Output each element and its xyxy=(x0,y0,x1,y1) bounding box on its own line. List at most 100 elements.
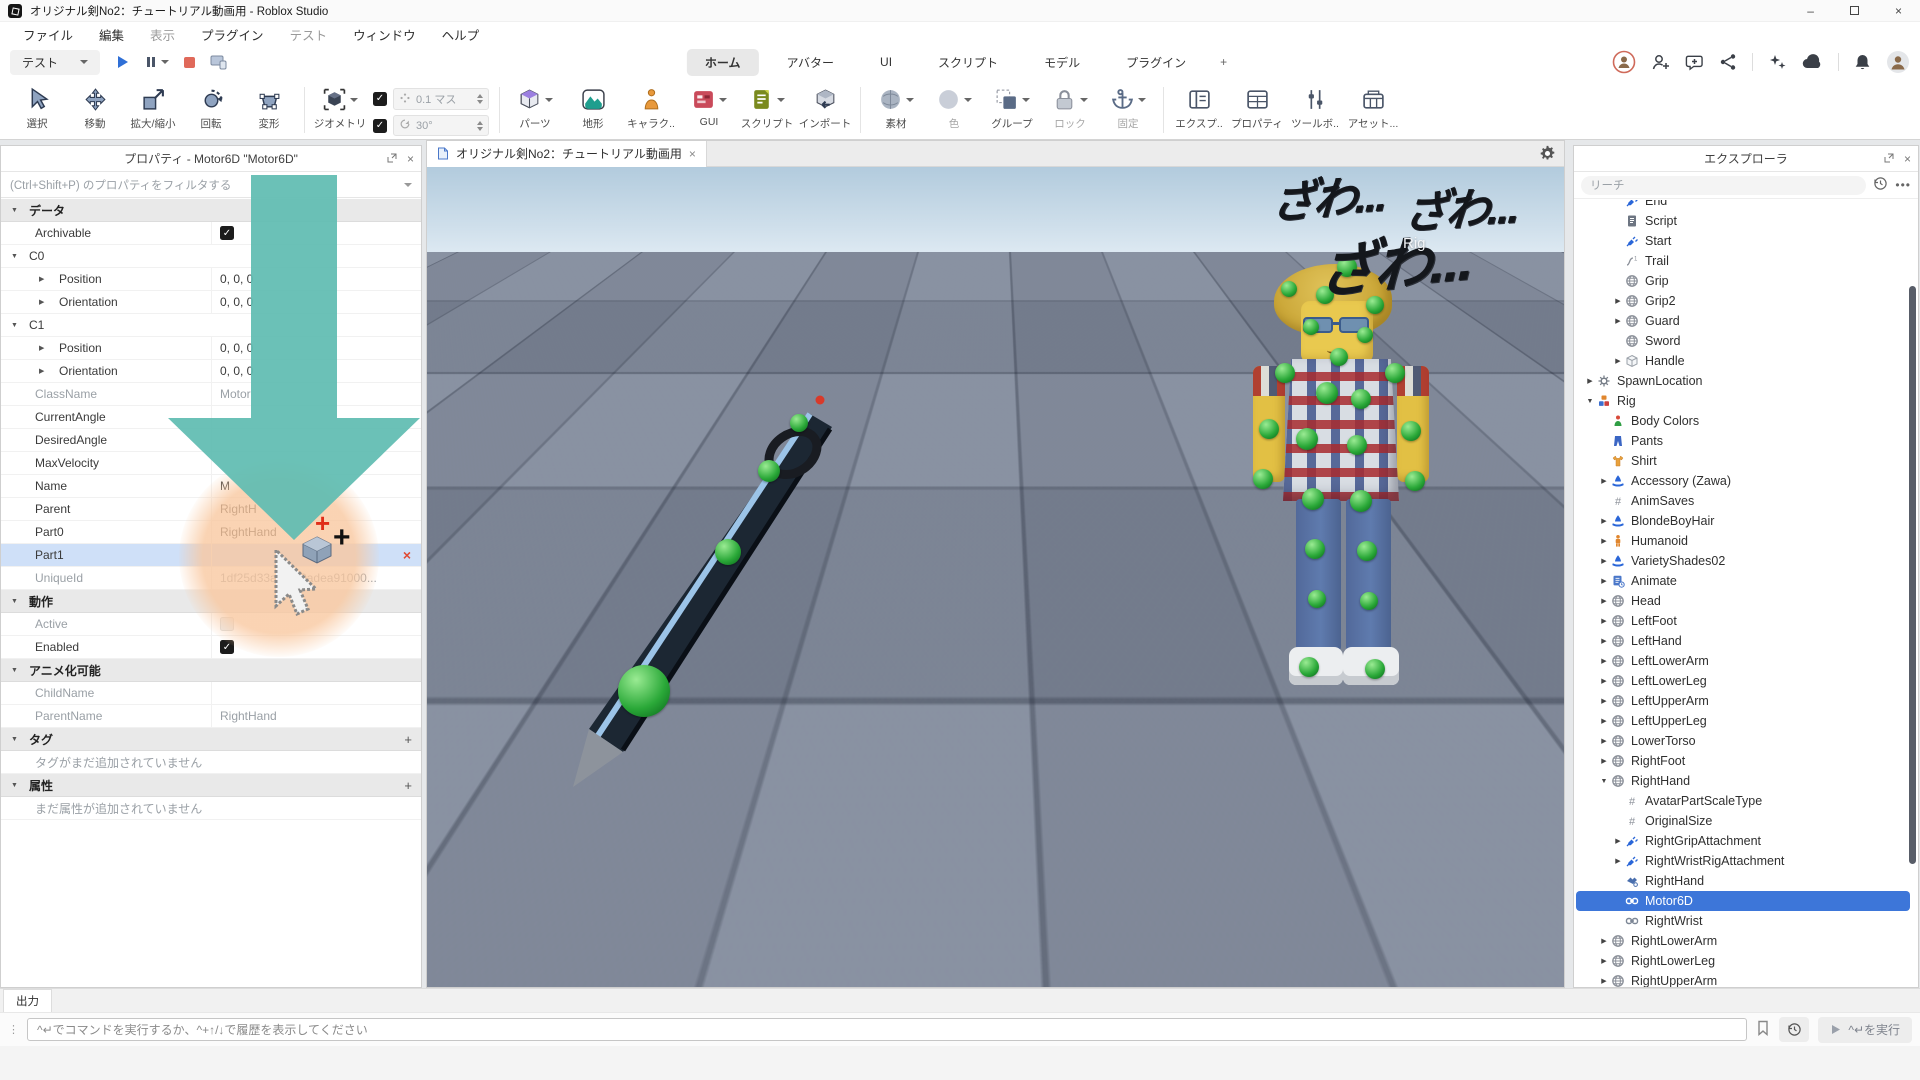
joint-sphere[interactable] xyxy=(1405,471,1425,491)
command-history-button[interactable] xyxy=(1779,1017,1810,1042)
ribbon-button-material[interactable]: 素材 xyxy=(867,82,925,131)
joint-sphere[interactable] xyxy=(1347,435,1367,455)
explorer-scrollbar[interactable] xyxy=(1909,286,1916,864)
expand-arrow-icon[interactable]: ▶ xyxy=(1612,837,1624,845)
ribbon-button-group[interactable]: グループ xyxy=(983,82,1041,131)
collapse-arrow-icon[interactable]: ▼ xyxy=(11,736,18,743)
tree-item-RightWristRigAttachment[interactable]: ▶ RightWristRigAttachment xyxy=(1576,851,1910,871)
joint-sphere[interactable] xyxy=(1259,419,1279,439)
share-icon[interactable] xyxy=(1719,53,1737,71)
expand-arrow-icon[interactable]: ▶ xyxy=(1598,597,1610,605)
run-command-button[interactable]: ^↵を実行 xyxy=(1818,1016,1912,1043)
cloud-icon[interactable] xyxy=(1802,54,1823,70)
ribbon-tab-4[interactable]: モデル xyxy=(1026,49,1098,76)
tree-item-RightWrist[interactable]: RightWrist xyxy=(1576,911,1910,931)
expand-arrow-icon[interactable]: ▶ xyxy=(1612,357,1624,365)
tree-item-LowerTorso[interactable]: ▶ LowerTorso xyxy=(1576,731,1910,751)
joint-sphere[interactable] xyxy=(1316,382,1338,404)
more-options-icon[interactable]: ••• xyxy=(1895,178,1911,192)
expand-arrow-icon[interactable]: ▶ xyxy=(1612,857,1624,865)
tree-item-LeftFoot[interactable]: ▶ LeftFoot xyxy=(1576,611,1910,631)
tree-item-BlondeBoyHair[interactable]: ▶ BlondeBoyHair xyxy=(1576,511,1910,531)
property-row-タグ[interactable]: ▼ タグ + xyxy=(1,728,421,751)
expand-arrow-icon[interactable]: ▶ xyxy=(1598,757,1610,765)
joint-sphere[interactable] xyxy=(1303,319,1319,335)
close-button[interactable]: × xyxy=(1895,5,1902,17)
explorer-search-input[interactable]: リーチ xyxy=(1581,175,1867,195)
joint-sphere[interactable] xyxy=(1308,590,1326,608)
ribbon-button-color[interactable]: 色 xyxy=(925,82,983,131)
joint-sphere[interactable] xyxy=(758,460,780,482)
tree-item-End[interactable]: End xyxy=(1576,200,1910,211)
tree-item-RightFoot[interactable]: ▶ RightFoot xyxy=(1576,751,1910,771)
joint-sphere[interactable] xyxy=(618,665,670,717)
joint-sphere[interactable] xyxy=(1401,421,1421,441)
collapse-arrow-icon[interactable]: ▼ xyxy=(11,782,18,789)
close-tab-icon[interactable]: × xyxy=(689,147,696,161)
expand-arrow-icon[interactable]: ▶ xyxy=(1598,517,1610,525)
expand-arrow-icon[interactable]: ▶ xyxy=(1598,977,1610,985)
tree-item-RightUpperArm[interactable]: ▶ RightUpperArm xyxy=(1576,971,1910,987)
tree-item-VarietyShades02[interactable]: ▶ VarietyShades02 xyxy=(1576,551,1910,571)
property-row-アニメ化可能[interactable]: ▼ アニメ化可能 xyxy=(1,659,421,682)
feedback-icon[interactable] xyxy=(1685,53,1704,71)
tree-item-AvatarPartScaleType[interactable]: # AvatarPartScaleType xyxy=(1576,791,1910,811)
expand-arrow-icon[interactable]: ▶ xyxy=(1598,477,1610,485)
tree-item-Body-Colors[interactable]: Body Colors xyxy=(1576,411,1910,431)
collapse-arrow-icon[interactable]: ▼ xyxy=(11,667,18,674)
maximize-button[interactable] xyxy=(1849,6,1859,15)
command-input[interactable]: ^↵でコマンドを実行するか、^+↑/↓で履歴を表示してください xyxy=(27,1018,1748,1041)
collapse-arrow-icon[interactable]: ▼ xyxy=(1598,778,1610,785)
joint-sphere[interactable] xyxy=(1360,592,1378,610)
tree-item-Sword[interactable]: Sword xyxy=(1576,331,1910,351)
ribbon-button-toolbox[interactable]: ツールボ.. xyxy=(1286,82,1344,131)
ribbon-button-scriptbtn[interactable]: スクリプト xyxy=(738,82,796,131)
collaborator-icon[interactable] xyxy=(1612,50,1636,74)
tree-item-Guard[interactable]: ▶ Guard xyxy=(1576,311,1910,331)
expand-arrow-icon[interactable]: ▶ xyxy=(1598,957,1610,965)
expand-arrow-icon[interactable]: ▶ xyxy=(1612,317,1624,325)
expand-arrow-icon[interactable]: ▶ xyxy=(1598,537,1610,545)
joint-sphere[interactable] xyxy=(1385,363,1405,383)
expand-arrow-icon[interactable]: ▶ xyxy=(1598,937,1610,945)
tree-item-LeftUpperArm[interactable]: ▶ LeftUpperArm xyxy=(1576,691,1910,711)
ribbon-tab-5[interactable]: プラグイン xyxy=(1108,49,1204,76)
joint-sphere[interactable] xyxy=(1357,327,1373,343)
joint-sphere[interactable] xyxy=(1365,659,1385,679)
tree-item-RightLowerLeg[interactable]: ▶ RightLowerLeg xyxy=(1576,951,1910,971)
expand-arrow-icon[interactable]: ▶ xyxy=(1598,717,1610,725)
joint-sphere[interactable] xyxy=(1351,389,1371,409)
ribbon-button-lock[interactable]: ロック xyxy=(1041,82,1099,131)
ribbon-tab-2[interactable]: UI xyxy=(862,50,910,74)
ribbon-tab-1[interactable]: アバター xyxy=(769,49,853,76)
tree-item-Accessory-Zawa-[interactable]: ▶ Accessory (Zawa) xyxy=(1576,471,1910,491)
tree-item-Trail[interactable]: 1 Trail xyxy=(1576,251,1910,271)
expand-arrow-icon[interactable]: ▶ xyxy=(1612,297,1624,305)
drag-handle-icon[interactable]: ⋮ xyxy=(8,1023,19,1036)
tree-item-Pants[interactable]: Pants xyxy=(1576,431,1910,451)
addperson-icon[interactable] xyxy=(1651,53,1670,71)
expand-arrow-icon[interactable]: ▶ xyxy=(1598,737,1610,745)
joint-sphere[interactable] xyxy=(1350,490,1372,512)
joint-sphere[interactable] xyxy=(1305,539,1325,559)
tree-item-RightHand[interactable]: ▼ RightHand xyxy=(1576,771,1910,791)
property-row-属性[interactable]: ▼ 属性 + xyxy=(1,774,421,797)
joint-sphere[interactable] xyxy=(790,414,808,432)
expand-arrow-icon[interactable]: ▶ xyxy=(1598,577,1610,585)
3d-viewport[interactable]: ざわ... ざわ... ざわ... Rig xyxy=(427,167,1564,987)
collapse-arrow-icon[interactable]: ▼ xyxy=(1584,398,1596,405)
tree-item-Shirt[interactable]: Shirt xyxy=(1576,451,1910,471)
tree-item-RightLowerArm[interactable]: ▶ RightLowerArm xyxy=(1576,931,1910,951)
ribbon-button-character[interactable]: キャラク.. xyxy=(622,82,680,131)
joint-sphere[interactable] xyxy=(1299,657,1319,677)
joint-sphere[interactable] xyxy=(715,539,741,565)
ribbon-tab-add[interactable]: + xyxy=(1214,50,1233,74)
property-value[interactable] xyxy=(211,682,421,704)
joint-sphere[interactable] xyxy=(1357,541,1377,561)
expand-arrow-icon[interactable]: ▶ xyxy=(1598,697,1610,705)
ai-icon[interactable] xyxy=(1768,53,1787,71)
add-icon[interactable]: + xyxy=(404,778,412,793)
ribbon-button-gui[interactable]: GUI xyxy=(680,82,738,128)
expand-arrow-icon[interactable]: ▶ xyxy=(1598,617,1610,625)
output-tab[interactable]: 出力 xyxy=(3,989,52,1012)
